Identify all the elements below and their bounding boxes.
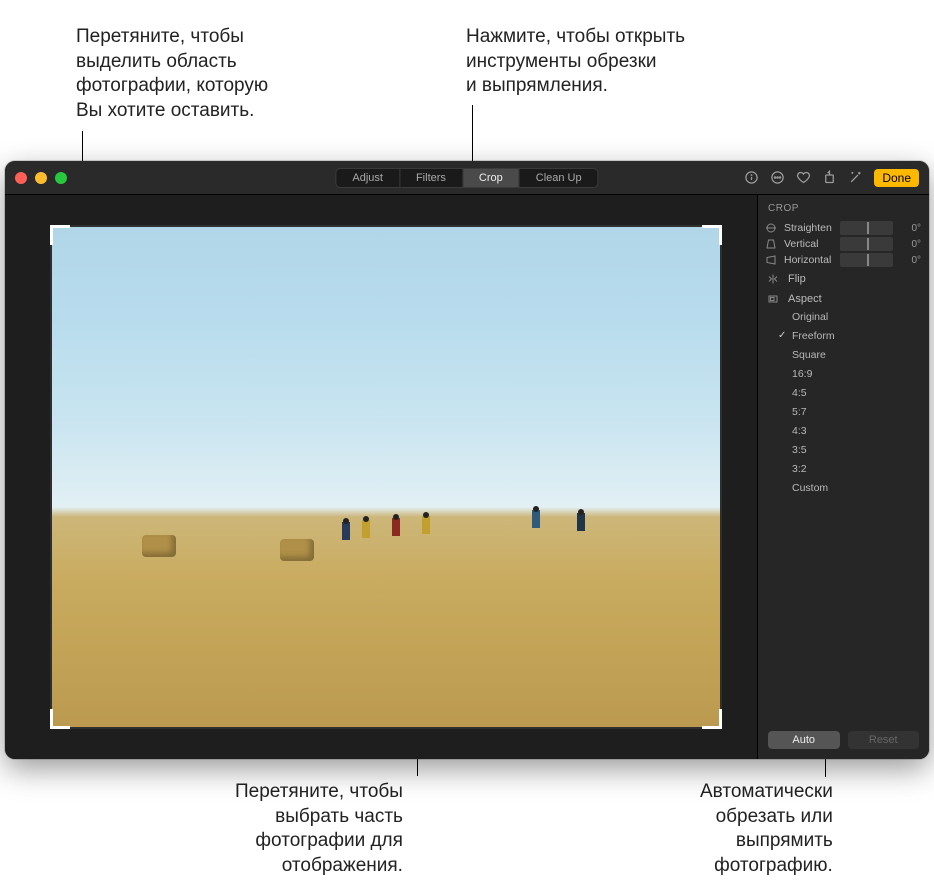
aspect-16-9[interactable]: 16:9 bbox=[792, 367, 929, 381]
minimize-window-button[interactable] bbox=[35, 172, 47, 184]
editor-body: CROP Straighten 0° Vertical 0° Horizonta… bbox=[5, 195, 929, 759]
auto-button[interactable]: Auto bbox=[768, 731, 840, 749]
horizontal-slider-row: Horizontal 0° bbox=[758, 252, 929, 268]
tab-cleanup[interactable]: Clean Up bbox=[520, 169, 598, 187]
photo-content bbox=[577, 513, 585, 531]
horizontal-perspective-icon bbox=[764, 254, 778, 266]
flip-row[interactable]: Flip bbox=[758, 268, 929, 288]
aspect-custom[interactable]: Custom bbox=[792, 481, 929, 495]
tab-filters[interactable]: Filters bbox=[400, 169, 463, 187]
horizontal-value: 0° bbox=[899, 255, 921, 266]
vertical-slider[interactable] bbox=[840, 237, 893, 251]
tab-crop[interactable]: Crop bbox=[463, 169, 520, 187]
horizontal-label: Horizontal bbox=[784, 254, 834, 266]
crop-panel-title: CROP bbox=[758, 195, 929, 220]
aspect-4-5[interactable]: 4:5 bbox=[792, 386, 929, 400]
crop-area[interactable] bbox=[52, 227, 720, 727]
edit-mode-tabs: Adjust Filters Crop Clean Up bbox=[335, 168, 598, 188]
photo-content bbox=[422, 516, 430, 534]
info-icon[interactable] bbox=[744, 170, 759, 185]
callout-line bbox=[472, 105, 473, 167]
tab-adjust[interactable]: Adjust bbox=[336, 169, 400, 187]
horizontal-slider[interactable] bbox=[840, 253, 893, 267]
callout-auto-button: Автоматически обрезать или выпрямить фот… bbox=[700, 780, 833, 879]
aspect-3-2[interactable]: 3:2 bbox=[792, 462, 929, 476]
photo-content bbox=[532, 510, 540, 528]
aspect-5-7[interactable]: 5:7 bbox=[792, 405, 929, 419]
aspect-label: Aspect bbox=[788, 293, 822, 305]
more-icon[interactable] bbox=[770, 170, 785, 185]
vertical-slider-row: Vertical 0° bbox=[758, 236, 929, 252]
straighten-value: 0° bbox=[899, 223, 921, 234]
flip-label: Flip bbox=[788, 273, 806, 285]
photo-content bbox=[342, 522, 350, 540]
favorite-icon[interactable] bbox=[796, 170, 811, 185]
aspect-3-5[interactable]: 3:5 bbox=[792, 443, 929, 457]
straighten-slider[interactable] bbox=[840, 221, 893, 235]
aspect-square[interactable]: Square bbox=[792, 348, 929, 362]
aspect-options: Original Freeform Square 16:9 4:5 5:7 4:… bbox=[758, 308, 929, 501]
photo-content bbox=[142, 535, 176, 557]
crop-sidebar: CROP Straighten 0° Vertical 0° Horizonta… bbox=[757, 195, 929, 759]
crop-handle-top-right[interactable] bbox=[702, 225, 722, 245]
reset-button: Reset bbox=[848, 731, 920, 749]
enhance-icon[interactable] bbox=[848, 170, 863, 185]
app-window: Adjust Filters Crop Clean Up Done bbox=[5, 161, 929, 759]
crop-sidebar-footer: Auto Reset bbox=[758, 721, 929, 759]
vertical-label: Vertical bbox=[784, 238, 834, 250]
photo-content bbox=[362, 520, 370, 538]
aspect-original[interactable]: Original bbox=[792, 310, 929, 324]
straighten-slider-row: Straighten 0° bbox=[758, 220, 929, 236]
callout-crop-handle: Перетяните, чтобы выделить область фотог… bbox=[76, 25, 268, 124]
rotate-icon[interactable] bbox=[822, 170, 837, 185]
vertical-value: 0° bbox=[899, 239, 921, 250]
straighten-icon bbox=[764, 222, 778, 234]
aspect-freeform[interactable]: Freeform bbox=[792, 329, 929, 343]
straighten-label: Straighten bbox=[784, 222, 834, 234]
photo-content bbox=[280, 539, 314, 561]
aspect-4-3[interactable]: 4:3 bbox=[792, 424, 929, 438]
crop-handle-bottom-right[interactable] bbox=[702, 709, 722, 729]
aspect-row[interactable]: Aspect bbox=[758, 288, 929, 308]
crop-handle-top-left[interactable] bbox=[50, 225, 70, 245]
zoom-window-button[interactable] bbox=[55, 172, 67, 184]
titlebar-right-controls: Done bbox=[744, 169, 919, 187]
callout-drag-area: Перетяните, чтобы выбрать часть фотограф… bbox=[235, 780, 403, 879]
photo-content bbox=[392, 518, 400, 536]
close-window-button[interactable] bbox=[15, 172, 27, 184]
flip-icon bbox=[766, 273, 780, 285]
callout-crop-tab: Нажмите, чтобы открыть инструменты обрез… bbox=[466, 25, 685, 99]
aspect-icon bbox=[766, 293, 780, 305]
done-button[interactable]: Done bbox=[874, 169, 919, 187]
titlebar: Adjust Filters Crop Clean Up Done bbox=[5, 161, 929, 195]
vertical-perspective-icon bbox=[764, 238, 778, 250]
photo-canvas bbox=[5, 195, 757, 759]
window-controls bbox=[15, 172, 67, 184]
crop-handle-bottom-left[interactable] bbox=[50, 709, 70, 729]
